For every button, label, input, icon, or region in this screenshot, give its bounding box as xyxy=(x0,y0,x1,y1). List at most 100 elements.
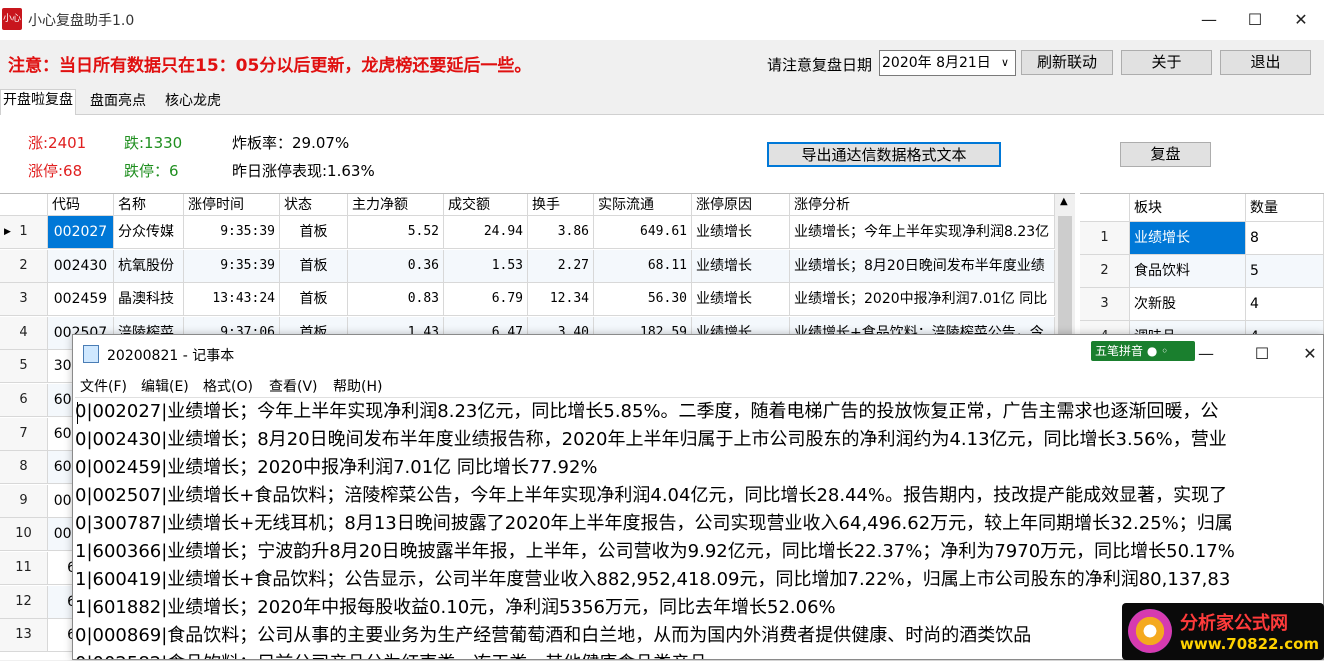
menu-format[interactable]: 格式(O) xyxy=(203,376,253,396)
header-turnover-rate[interactable]: 换手 xyxy=(528,194,594,216)
about-button[interactable]: 关于 xyxy=(1121,50,1212,75)
cell-float[interactable]: 649.61 xyxy=(594,216,692,249)
cell-code[interactable]: 002430 xyxy=(48,249,114,283)
cell-name[interactable]: 晶澳科技 xyxy=(114,283,184,317)
replay-button[interactable]: 复盘 xyxy=(1120,142,1211,167)
sector-row[interactable]: 2 食品饮料 5 xyxy=(1080,255,1324,288)
cell-analysis[interactable]: 业绩增长；8月20日晚间发布半年度业绩 xyxy=(790,249,1055,283)
cell-sector[interactable]: 业绩增长 xyxy=(1130,222,1246,255)
notepad-menu-bar: 文件(F) 编辑(E) 格式(O) 查看(V) 帮助(H) xyxy=(73,373,1323,397)
cell-name[interactable]: 杭氧股份 xyxy=(114,249,184,283)
row-number[interactable]: 5 xyxy=(0,350,48,384)
date-picker[interactable]: 2020年 8月21日 ∨ xyxy=(879,50,1016,76)
cell-analysis[interactable]: 业绩增长；2020中报净利润7.01亿 同比 xyxy=(790,283,1055,317)
row-number[interactable]: 11 xyxy=(0,552,48,585)
exit-button[interactable]: 退出 xyxy=(1220,50,1311,75)
export-button[interactable]: 导出通达信数据格式文本 xyxy=(767,142,1001,167)
cell-name[interactable]: 分众传媒 xyxy=(114,216,184,249)
cell-status[interactable]: 首板 xyxy=(280,216,348,249)
cell-time[interactable]: 9:35:39 xyxy=(184,249,280,283)
header-reason[interactable]: 涨停原因 xyxy=(692,194,790,216)
cell-time[interactable]: 13:43:24 xyxy=(184,283,280,317)
notepad-maximize-button[interactable]: ☐ xyxy=(1239,335,1285,373)
header-code[interactable]: 代码 xyxy=(48,194,114,216)
row-number[interactable]: 7 xyxy=(0,417,48,451)
cell-time[interactable]: 9:35:39 xyxy=(184,216,280,249)
scroll-up-icon[interactable]: ▲ xyxy=(1060,196,1068,207)
cell-net[interactable]: 5.52 xyxy=(348,216,444,249)
row-number[interactable]: 2 xyxy=(0,249,48,283)
notepad-title: 20200821 - 记事本 xyxy=(107,348,235,364)
table-row[interactable]: 3 002459 晶澳科技 13:43:24 首板 0.83 6.79 12.34 56.30 业… xyxy=(0,283,1055,317)
notepad-minimize-button[interactable]: — xyxy=(1183,335,1229,373)
row-number[interactable]: 6 xyxy=(0,384,48,417)
sector-row-number[interactable]: 2 xyxy=(1080,255,1130,288)
sector-grid[interactable]: 板块 数量 1业绩增长82食品饮料53次新股44调味品4 xyxy=(1080,193,1324,354)
cell-analysis[interactable]: 业绩增长；今年上半年实现净利润8.23亿 xyxy=(790,216,1055,249)
menu-help[interactable]: 帮助(H) xyxy=(333,376,382,396)
refresh-button[interactable]: 刷新联动 xyxy=(1021,50,1113,75)
sector-header: 板块 数量 xyxy=(1080,194,1324,222)
tab-highlights[interactable]: 盘面亮点 xyxy=(88,91,148,113)
cell-net[interactable]: 0.36 xyxy=(348,249,444,283)
cell-sector[interactable]: 次新股 xyxy=(1130,288,1246,321)
header-net[interactable]: 主力净额 xyxy=(348,194,444,216)
row-number[interactable]: 4 xyxy=(0,316,48,350)
cell-reason[interactable]: 业绩增长 xyxy=(692,216,790,249)
close-button[interactable]: ✕ xyxy=(1278,0,1324,40)
cell-reason[interactable]: 业绩增长 xyxy=(692,249,790,283)
watermark-url: www.70822.com xyxy=(1180,635,1320,653)
cell-sector[interactable]: 食品饮料 xyxy=(1130,255,1246,288)
sector-row-number[interactable]: 1 xyxy=(1080,222,1130,255)
cell-rate[interactable]: 2.27 xyxy=(528,249,594,283)
tab-dragon-tiger[interactable]: 核心龙虎 xyxy=(163,91,223,113)
cell-float[interactable]: 68.11 xyxy=(594,249,692,283)
cell-count[interactable]: 8 xyxy=(1246,222,1324,255)
table-row[interactable]: ▶ 1 002027 分众传媒 9:35:39 首板 5.52 24.94 3.86 649.6… xyxy=(0,216,1055,249)
tab-kaipanla[interactable]: 开盘啦复盘 xyxy=(0,89,76,115)
header-turnover-amount[interactable]: 成交额 xyxy=(444,194,528,216)
header-analysis[interactable]: 涨停分析 xyxy=(790,194,1055,216)
menu-edit[interactable]: 编辑(E) xyxy=(141,376,189,396)
cell-float[interactable]: 56.30 xyxy=(594,283,692,317)
header-status[interactable]: 状态 xyxy=(280,194,348,216)
date-label: 请注意复盘日期 xyxy=(767,56,873,74)
maximize-button[interactable]: ☐ xyxy=(1232,0,1278,40)
row-number[interactable]: 12 xyxy=(0,585,48,619)
sector-row-number[interactable]: 3 xyxy=(1080,288,1130,321)
row-number[interactable]: 9 xyxy=(0,484,48,518)
menu-file[interactable]: 文件(F) xyxy=(80,376,127,396)
cell-count[interactable]: 4 xyxy=(1246,288,1324,321)
sector-row[interactable]: 3 次新股 4 xyxy=(1080,288,1324,321)
notepad-close-button[interactable]: ✕ xyxy=(1295,335,1324,373)
scroll-thumb[interactable] xyxy=(1058,216,1072,336)
table-row[interactable]: 2 002430 杭氧股份 9:35:39 首板 0.36 1.53 2.27 68.11 业绩增… xyxy=(0,249,1055,283)
row-number[interactable]: 13 xyxy=(0,619,48,653)
cell-rate[interactable]: 3.86 xyxy=(528,216,594,249)
row-number[interactable]: 8 xyxy=(0,451,48,485)
cell-rate[interactable]: 12.34 xyxy=(528,283,594,317)
stat-up: 涨:2401 xyxy=(28,134,87,152)
header-time[interactable]: 涨停时间 xyxy=(184,194,280,216)
ime-indicator[interactable]: 五笔拼音 ● ◦ xyxy=(1091,341,1195,361)
row-number[interactable]: 10 xyxy=(0,518,48,552)
cell-code[interactable]: 002027 xyxy=(48,216,114,249)
header-float[interactable]: 实际流通 xyxy=(594,194,692,216)
header-count[interactable]: 数量 xyxy=(1246,194,1324,222)
cell-status[interactable]: 首板 xyxy=(280,283,348,317)
cell-reason[interactable]: 业绩增长 xyxy=(692,283,790,317)
cell-status[interactable]: 首板 xyxy=(280,249,348,283)
menu-view[interactable]: 查看(V) xyxy=(269,376,318,396)
cell-amount[interactable]: 24.94 xyxy=(444,216,528,249)
chevron-down-icon[interactable]: ∨ xyxy=(997,51,1013,75)
sector-row[interactable]: 1 业绩增长 8 xyxy=(1080,222,1324,255)
header-name[interactable]: 名称 xyxy=(114,194,184,216)
minimize-button[interactable]: — xyxy=(1186,0,1232,40)
header-sector[interactable]: 板块 xyxy=(1130,194,1246,222)
cell-amount[interactable]: 1.53 xyxy=(444,249,528,283)
cell-amount[interactable]: 6.79 xyxy=(444,283,528,317)
cell-count[interactable]: 5 xyxy=(1246,255,1324,288)
cell-code[interactable]: 002459 xyxy=(48,283,114,317)
cell-net[interactable]: 0.83 xyxy=(348,283,444,317)
row-number[interactable]: 3 xyxy=(0,283,48,317)
